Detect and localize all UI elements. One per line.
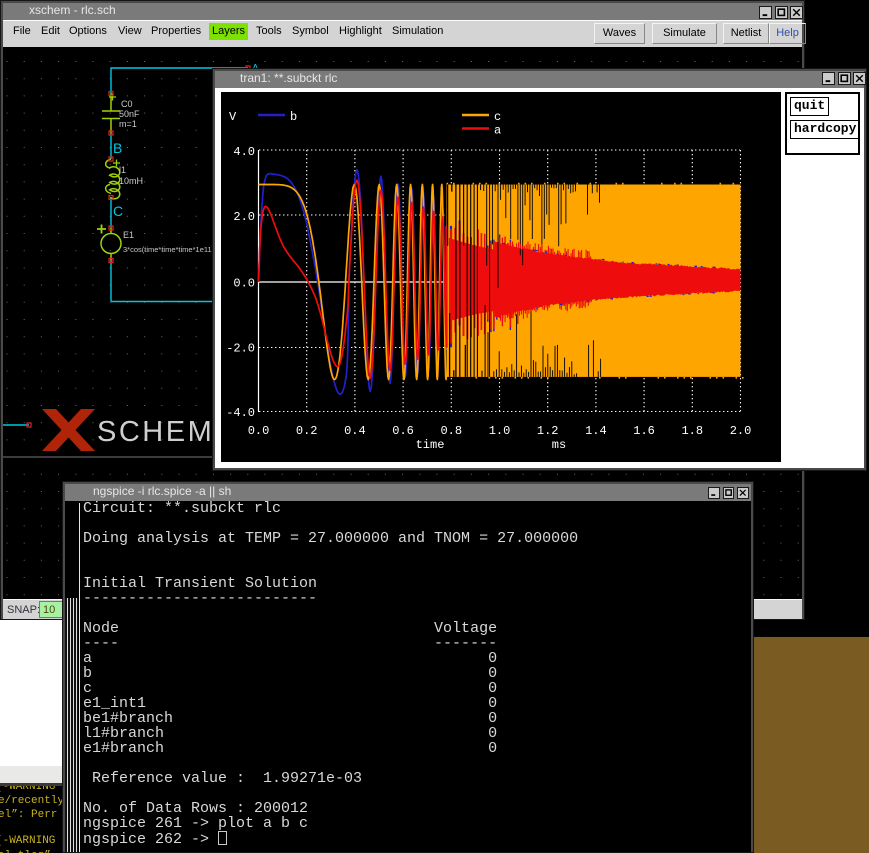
svg-text:3*cos(time*time*time*1e11): 3*cos(time*time*time*1e11) — [123, 245, 215, 254]
svg-text:ms: ms — [552, 438, 566, 452]
svg-text:0.2: 0.2 — [296, 424, 318, 438]
svg-text:b: b — [290, 110, 297, 124]
svg-text:0.0: 0.0 — [233, 277, 255, 291]
svg-text:10mH: 10mH — [119, 176, 143, 186]
svg-text:1.0: 1.0 — [489, 424, 511, 438]
svg-text:2.0: 2.0 — [730, 424, 752, 438]
svg-text:1.4: 1.4 — [585, 424, 607, 438]
svg-text:1.8: 1.8 — [681, 424, 703, 438]
svg-text:l1: l1 — [119, 165, 126, 175]
svg-text:V: V — [229, 110, 237, 124]
svg-text:4.0: 4.0 — [233, 145, 255, 159]
svg-text:1.2: 1.2 — [537, 424, 559, 438]
svg-text:B: B — [113, 140, 122, 156]
svg-text:C0: C0 — [121, 99, 133, 109]
svg-text:a: a — [494, 124, 501, 138]
svg-text:0.6: 0.6 — [392, 424, 414, 438]
svg-text:0.8: 0.8 — [440, 424, 462, 438]
svg-text:50nF: 50nF — [119, 109, 140, 119]
svg-text:-2.0: -2.0 — [226, 342, 255, 356]
svg-text:E1: E1 — [123, 230, 134, 240]
svg-text:0.4: 0.4 — [344, 424, 366, 438]
svg-text:1.6: 1.6 — [633, 424, 655, 438]
svg-text:m=1: m=1 — [119, 119, 137, 129]
svg-text:SCHEM: SCHEM — [97, 416, 214, 448]
svg-text:c: c — [494, 110, 501, 124]
svg-text:time: time — [416, 438, 445, 452]
svg-text:0.0: 0.0 — [248, 424, 270, 438]
svg-text:C: C — [113, 203, 123, 219]
svg-text:2.0: 2.0 — [233, 210, 255, 224]
svg-text:-4.0: -4.0 — [226, 406, 255, 420]
